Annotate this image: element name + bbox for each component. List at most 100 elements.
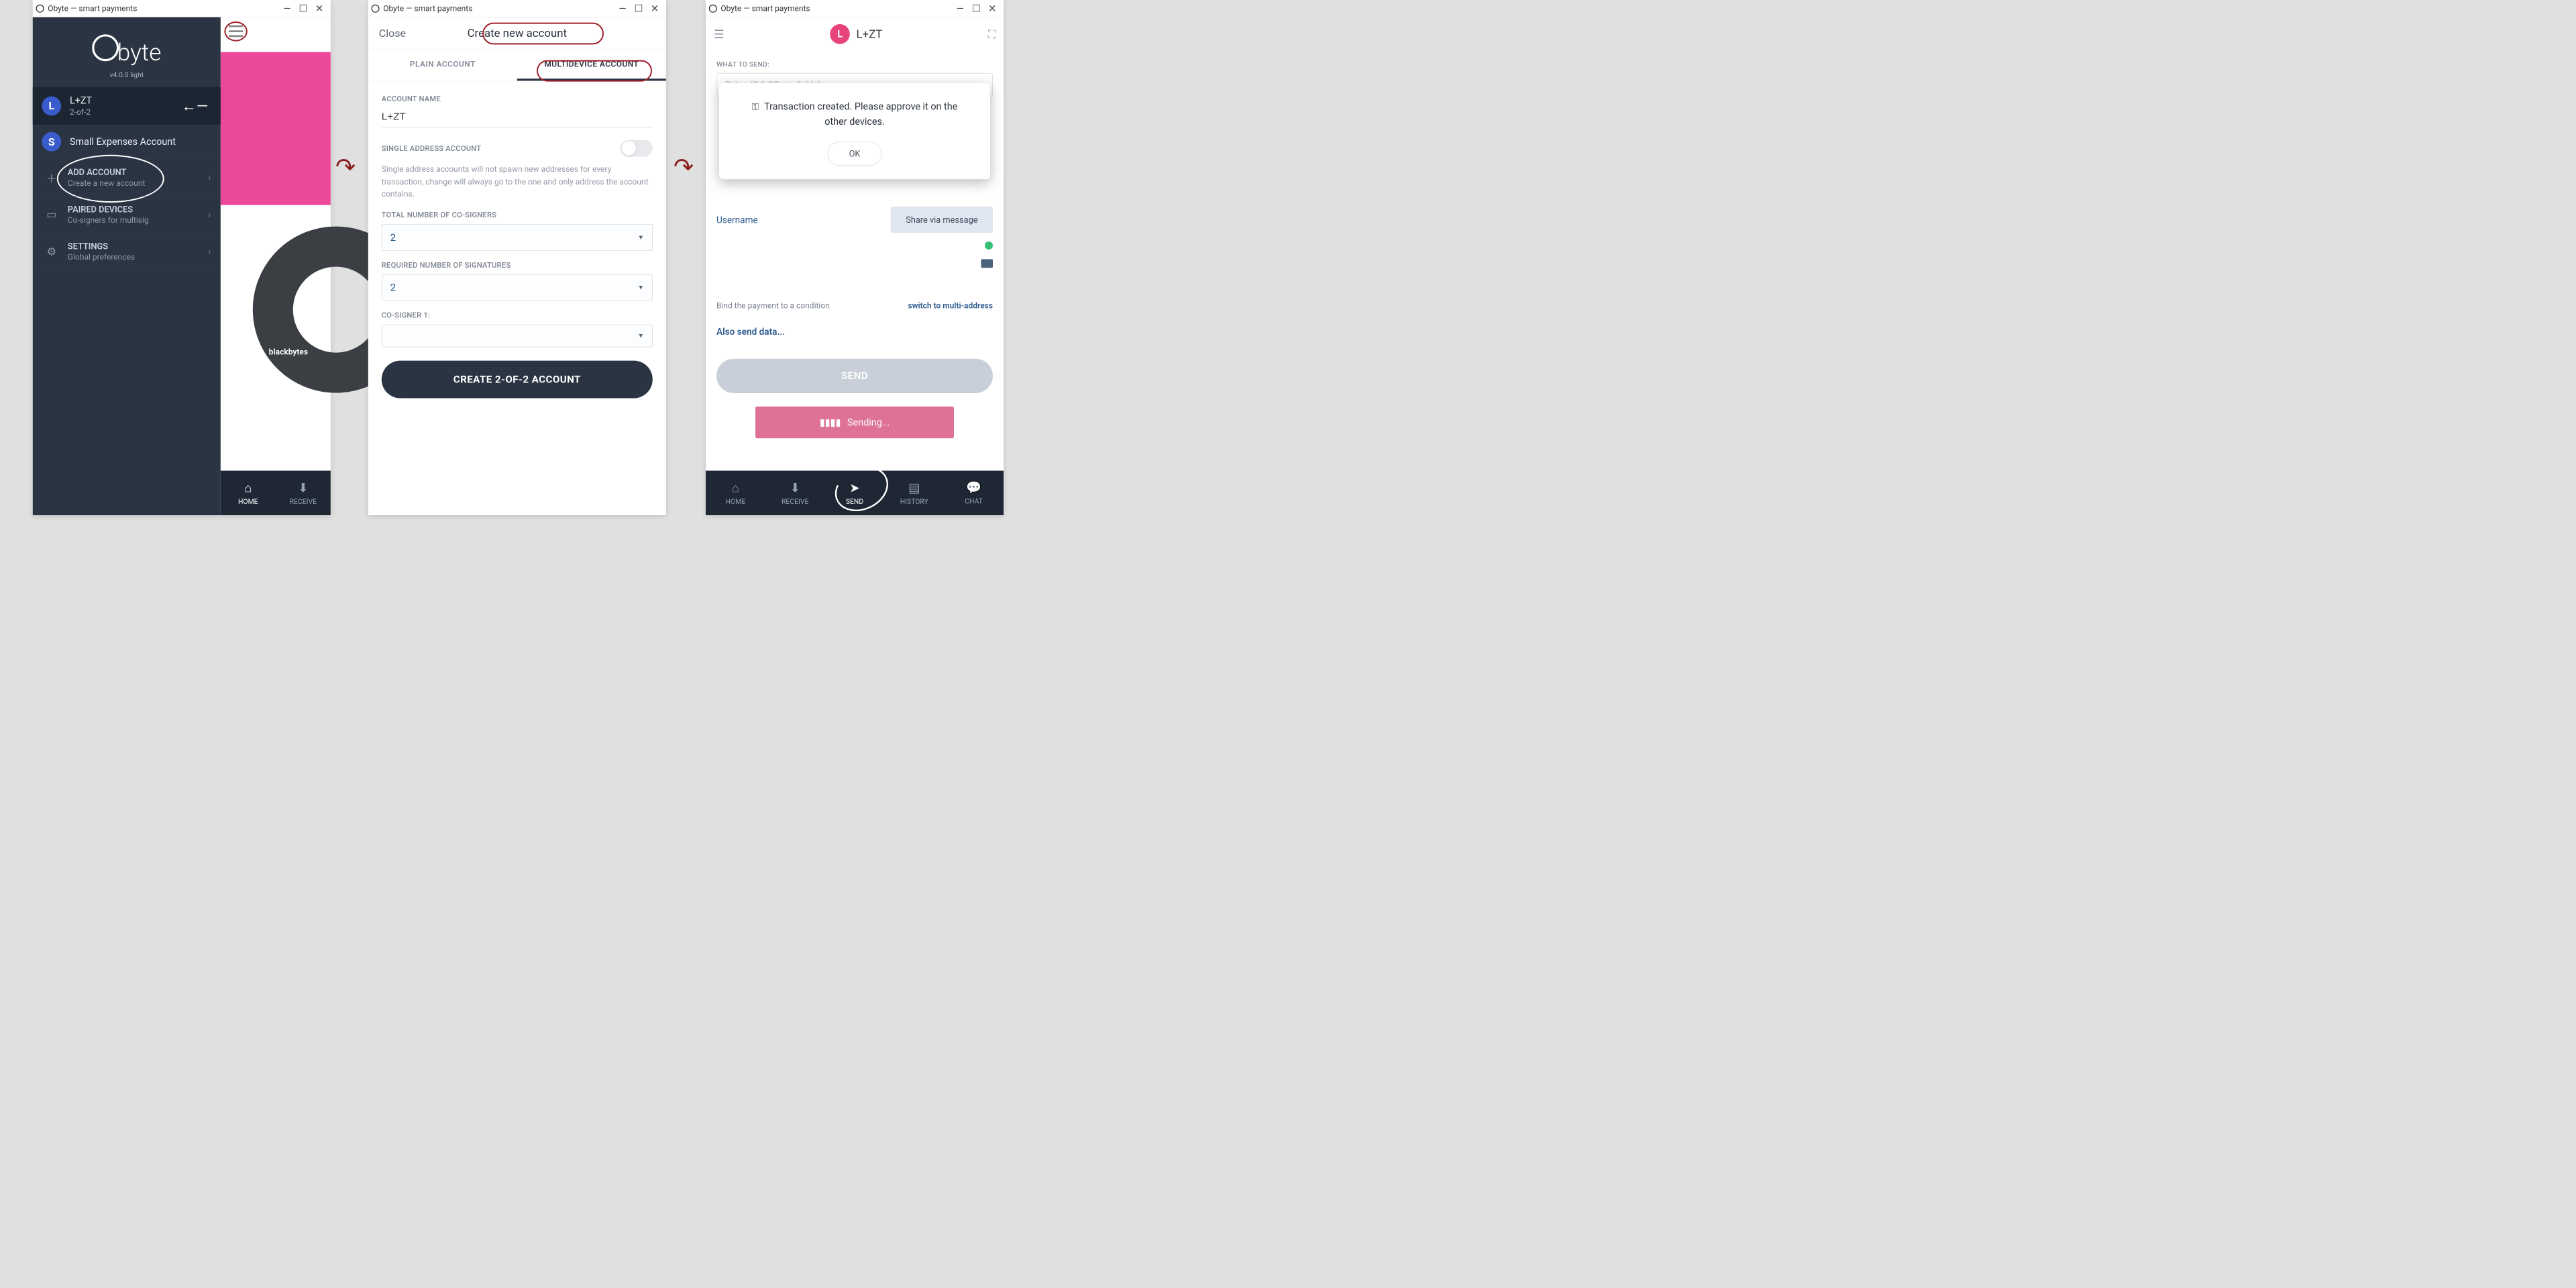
tab-plain-account[interactable]: PLAIN ACCOUNT: [368, 50, 517, 81]
nav-home[interactable]: ⌂ HOME: [221, 471, 276, 515]
single-address-label: SINGLE ADDRESS ACCOUNT: [382, 144, 481, 153]
nav-label: HISTORY: [900, 497, 928, 505]
bottom-nav: ⌂ HOME ⬇ RECEIVE ➤ SEND ▤ HISTORY 💬 CHAT: [706, 471, 1004, 515]
nav-receive[interactable]: ⬇ RECEIVE: [276, 471, 331, 515]
account-badge: S: [42, 132, 61, 152]
bottom-nav: ⌂ HOME ⬇ RECEIVE: [221, 471, 331, 515]
titlebar: Obyte — smart payments — ☐ ✕: [706, 0, 1004, 17]
donut-segment-label: blackbytes: [269, 347, 308, 357]
signatures-label: REQUIRED NUMBER OF SIGNATURES: [382, 260, 653, 269]
nav-label: RECEIVE: [290, 497, 317, 505]
window-title: Obyte — smart payments: [720, 4, 952, 13]
account-badge: L: [42, 96, 61, 115]
account-name-input[interactable]: [382, 108, 653, 127]
nav-label: HOME: [726, 497, 746, 505]
hamburger-menu-icon[interactable]: [229, 25, 244, 38]
send-topbar: ☰ L L+ZT ⛶: [706, 17, 1004, 51]
logo-ring-icon: [92, 34, 119, 61]
download-icon: ⬇: [298, 480, 308, 495]
account-item-small-expenses[interactable]: S Small Expenses Account: [33, 125, 221, 159]
maximize-button[interactable]: ☐: [295, 3, 311, 14]
nav-home[interactable]: ⌂ HOME: [706, 471, 765, 515]
app-logo: byte v4.0.0 light: [33, 17, 221, 87]
cosigner1-select[interactable]: ▼: [382, 324, 653, 347]
chat-icon: 💬: [966, 480, 981, 495]
sidebar-subtitle: Create a new account: [68, 178, 146, 188]
laptop-icon: ▭: [42, 208, 61, 221]
scan-icon[interactable]: ⛶: [988, 28, 996, 40]
send-button[interactable]: SEND: [716, 359, 993, 393]
drawer-sidebar: byte v4.0.0 light L L+ZT 2-of-2 ←— S Sma…: [33, 17, 221, 515]
sidebar-settings[interactable]: ⚙ SETTINGS Global preferences ›: [33, 233, 221, 270]
account-name-label: ACCOUNT NAME: [382, 95, 653, 103]
selected-arrow-icon: ←—: [182, 97, 209, 115]
sending-status: ▮▮▮▮ Sending...: [755, 407, 954, 438]
account-item-lzt[interactable]: L L+ZT 2-of-2 ←—: [33, 87, 221, 125]
app-icon: [372, 5, 380, 13]
tab-multidevice-account[interactable]: MULTIDEVICE ACCOUNT: [517, 50, 666, 81]
sidebar-subtitle: Global preferences: [68, 252, 135, 262]
home-icon: ⌂: [732, 480, 739, 495]
switch-multi-address-link[interactable]: switch to multi-address: [908, 301, 993, 311]
sidebar-subtitle: Co-signers for multisig: [68, 215, 149, 225]
account-badge: L: [830, 24, 850, 44]
select-value: 2: [390, 282, 396, 294]
account-name: Small Expenses Account: [70, 136, 176, 148]
nav-label: SEND: [846, 497, 863, 505]
app-version: v4.0.0 light: [33, 71, 221, 79]
single-address-toggle[interactable]: [621, 140, 653, 157]
home-icon: ⌂: [244, 480, 252, 495]
minimize-button[interactable]: —: [279, 3, 295, 14]
window-title: Obyte — smart payments: [383, 4, 614, 13]
create-account-button[interactable]: CREATE 2-OF-2 ACCOUNT: [382, 360, 653, 398]
send-icon: ➤: [849, 480, 859, 495]
nav-send[interactable]: ➤ SEND: [825, 471, 885, 515]
hamburger-menu-icon[interactable]: ☰: [714, 27, 724, 41]
cosigners-select[interactable]: 2 ▼: [382, 224, 653, 251]
caret-down-icon: ▼: [637, 332, 644, 340]
sidebar-add-account[interactable]: ＋ ADD ACCOUNT Create a new account ›: [33, 159, 221, 196]
gear-icon: ⚙: [42, 246, 61, 258]
close-button[interactable]: ✕: [647, 3, 663, 14]
cosigners-label: TOTAL NUMBER OF CO-SIGNERS: [382, 210, 653, 219]
modal-header: Close Create new account: [368, 17, 666, 50]
window-title: Obyte — smart payments: [48, 4, 279, 13]
window-2-create-account: Obyte — smart payments — ☐ ✕ Close Creat…: [368, 0, 666, 515]
maximize-button[interactable]: ☐: [631, 3, 647, 14]
what-to-send-label: WHAT TO SEND:: [716, 60, 993, 68]
dashboard-color-block: [221, 52, 331, 205]
nav-receive[interactable]: ⬇ RECEIVE: [765, 471, 825, 515]
key-icon: ⚿: [752, 100, 759, 114]
also-send-data-link[interactable]: Also send data...: [716, 327, 785, 337]
account-name: L+ZT: [70, 95, 92, 106]
toggle-knob: [621, 141, 636, 156]
main-dashboard-backdrop: blackbytes: [221, 17, 331, 515]
account-name: L+ZT: [857, 28, 883, 41]
bind-condition-text: Bind the payment to a condition: [716, 301, 830, 311]
flow-arrow-1: ↷: [335, 153, 356, 181]
titlebar: Obyte — smart payments — ☐ ✕: [33, 0, 331, 17]
app-icon: [709, 5, 717, 13]
nav-history[interactable]: ▤ HISTORY: [884, 471, 944, 515]
signatures-select[interactable]: 2 ▼: [382, 274, 653, 301]
chevron-right-icon: ›: [208, 246, 211, 257]
close-button[interactable]: ✕: [311, 3, 327, 14]
maximize-button[interactable]: ☐: [968, 3, 984, 14]
alert-ok-button[interactable]: OK: [828, 142, 882, 166]
sidebar-label: ADD ACCOUNT: [68, 167, 146, 177]
card-icon: [981, 259, 993, 268]
titlebar: Obyte — smart payments — ☐ ✕: [368, 0, 666, 17]
nav-label: HOME: [238, 497, 258, 505]
share-via-message-button[interactable]: Share via message: [891, 207, 993, 233]
minimize-button[interactable]: —: [614, 3, 631, 14]
flow-arrow-2: ↷: [674, 153, 694, 181]
nav-label: RECEIVE: [782, 497, 808, 505]
nav-chat[interactable]: 💬 CHAT: [944, 471, 1004, 515]
create-account-form: ACCOUNT NAME SINGLE ADDRESS ACCOUNT Sing…: [368, 81, 666, 409]
status-ok-icon: [985, 241, 993, 250]
close-button[interactable]: ✕: [984, 3, 1000, 14]
download-icon: ⬇: [790, 480, 800, 495]
caret-down-icon: ▼: [637, 284, 644, 292]
minimize-button[interactable]: —: [952, 3, 968, 14]
sidebar-paired-devices[interactable]: ▭ PAIRED DEVICES Co-signers for multisig…: [33, 196, 221, 233]
